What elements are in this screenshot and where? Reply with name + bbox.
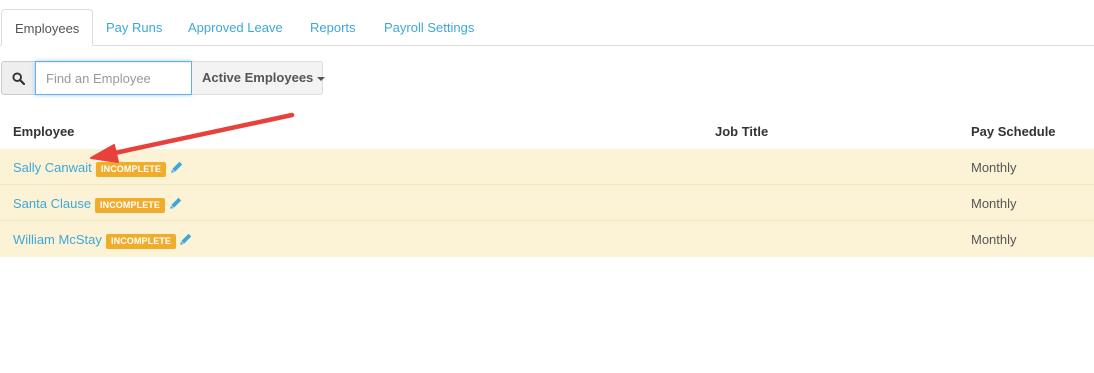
employee-name-link[interactable]: Santa Clause <box>13 196 91 211</box>
employees-page: Employees Pay Runs Approved Leave Report… <box>0 0 1094 373</box>
tab-payroll-settings[interactable]: Payroll Settings <box>384 10 474 46</box>
employee-name-link[interactable]: William McStay <box>13 232 102 247</box>
table-row: Santa Clause INCOMPLETE Monthly <box>0 185 1094 221</box>
pencil-icon[interactable] <box>180 233 192 245</box>
pay-schedule-cell: Monthly <box>971 196 1017 211</box>
employee-name-link[interactable]: Sally Canwait <box>13 160 92 175</box>
search-icon <box>12 72 25 85</box>
tab-bar: Employees Pay Runs Approved Leave Report… <box>0 0 1094 46</box>
pay-schedule-cell: Monthly <box>971 232 1017 247</box>
column-header-employee: Employee <box>13 124 75 139</box>
filter-label: Active Employees <box>202 70 314 85</box>
pencil-icon[interactable] <box>171 161 183 173</box>
search-addon <box>1 61 35 95</box>
status-badge: INCOMPLETE <box>95 198 166 213</box>
status-badge: INCOMPLETE <box>96 162 167 177</box>
tab-reports[interactable]: Reports <box>310 10 356 46</box>
active-employees-dropdown[interactable]: Active Employees <box>192 61 326 95</box>
tab-approved-leave[interactable]: Approved Leave <box>188 10 283 46</box>
status-badge: INCOMPLETE <box>106 234 177 249</box>
tab-employees[interactable]: Employees <box>1 9 94 46</box>
pay-schedule-cell: Monthly <box>971 160 1017 175</box>
table-row: Sally Canwait INCOMPLETE Monthly <box>0 149 1094 185</box>
column-header-job-title: Job Title <box>715 124 769 139</box>
pencil-icon[interactable] <box>170 197 182 209</box>
column-header-pay-schedule: Pay Schedule <box>971 124 1056 139</box>
tab-pay-runs[interactable]: Pay Runs <box>106 10 162 46</box>
table-row: William McStay INCOMPLETE Monthly <box>0 221 1094 257</box>
caret-down-icon <box>317 76 326 81</box>
search-input[interactable] <box>35 61 192 95</box>
